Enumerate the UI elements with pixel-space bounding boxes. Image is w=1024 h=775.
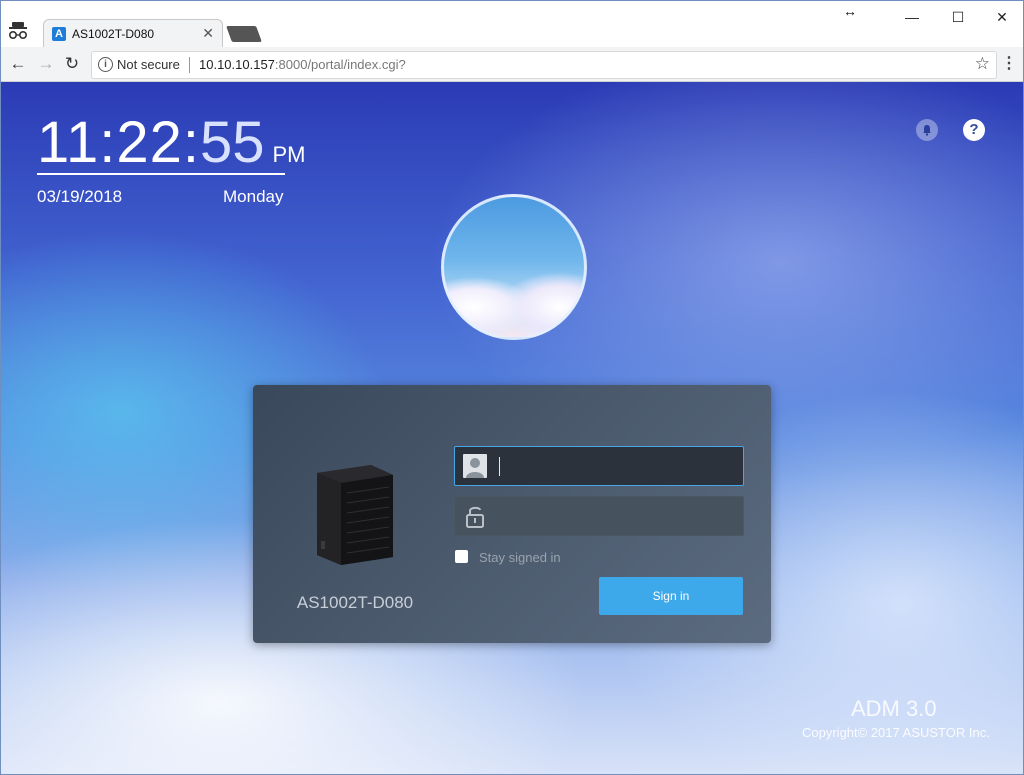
tab-title: AS1002T-D080 bbox=[72, 27, 155, 41]
device-name: AS1002T-D080 bbox=[296, 593, 414, 612]
close-window-button[interactable]: ✕ bbox=[979, 3, 1023, 31]
title-bar: A AS1002T-D080 ✕ ↔ — ☐ ✕ bbox=[1, 1, 1023, 48]
url-host: 10.10.10.157 bbox=[199, 57, 275, 72]
omnibox-divider bbox=[189, 57, 190, 73]
clock-seconds: 55 bbox=[199, 110, 265, 175]
clock: 11:22:55 PM bbox=[37, 109, 305, 176]
reload-button[interactable]: ↻ bbox=[61, 53, 83, 75]
text-caret bbox=[499, 457, 500, 476]
clock-divider bbox=[37, 173, 285, 175]
clock-date: 03/19/2018 bbox=[37, 187, 123, 206]
url-text[interactable]: 10.10.10.157:8000/portal/index.cgi? bbox=[199, 57, 406, 72]
username-input[interactable] bbox=[499, 447, 739, 487]
url-path: :8000/portal/index.cgi? bbox=[274, 57, 406, 72]
tab-close-icon[interactable]: ✕ bbox=[202, 25, 214, 42]
lock-icon bbox=[466, 506, 484, 528]
browser-toolbar: ← → ↻ i Not secure 10.10.10.157:8000/por… bbox=[1, 47, 1023, 82]
security-status[interactable]: Not secure bbox=[117, 57, 180, 72]
password-input[interactable] bbox=[499, 497, 739, 537]
forward-button[interactable]: → bbox=[35, 53, 57, 75]
tab-active[interactable]: A AS1002T-D080 ✕ bbox=[43, 19, 223, 48]
minimize-button[interactable]: — bbox=[889, 3, 935, 31]
browser-menu-icon[interactable]: ⋮ bbox=[1001, 53, 1017, 73]
info-icon[interactable]: i bbox=[98, 57, 113, 72]
password-field[interactable] bbox=[454, 496, 744, 537]
clock-hours-minutes: 11:22: bbox=[37, 110, 200, 175]
maximize-button[interactable]: ☐ bbox=[935, 3, 981, 31]
bell-icon bbox=[923, 125, 931, 136]
copyright-text: Copyright© 2017 ASUSTOR Inc. bbox=[802, 725, 990, 740]
nas-device-image bbox=[317, 465, 393, 565]
stay-signed-in-checkbox[interactable] bbox=[455, 550, 468, 563]
address-bar[interactable]: i Not secure 10.10.10.157:8000/portal/in… bbox=[91, 51, 997, 79]
help-button[interactable]: ? bbox=[963, 119, 985, 141]
resize-icon: ↔ bbox=[843, 3, 857, 19]
browser-window: A AS1002T-D080 ✕ ↔ — ☐ ✕ ← → ↻ i Not sec… bbox=[0, 0, 1024, 775]
asustor-favicon-icon: A bbox=[52, 27, 66, 41]
user-avatar bbox=[441, 194, 587, 340]
adm-login-page: 11:22:55 PM 03/19/2018 Monday ? AS1002T-… bbox=[1, 82, 1023, 774]
bookmark-star-icon[interactable]: ☆ bbox=[975, 54, 990, 74]
adm-version: ADM 3.0 bbox=[851, 696, 937, 721]
stay-signed-in-label[interactable]: Stay signed in bbox=[479, 550, 561, 565]
sign-in-button[interactable]: Sign in bbox=[599, 577, 743, 615]
clock-ampm: PM bbox=[272, 142, 306, 167]
back-button[interactable]: ← bbox=[7, 53, 29, 75]
user-icon bbox=[463, 454, 487, 478]
new-tab-button[interactable] bbox=[226, 26, 262, 42]
login-panel: AS1002T-D080 Stay signed in Sign in bbox=[253, 385, 771, 643]
notification-button[interactable] bbox=[916, 119, 938, 141]
username-field[interactable] bbox=[454, 446, 744, 487]
clock-weekday: Monday bbox=[223, 187, 284, 206]
incognito-icon bbox=[8, 22, 28, 40]
